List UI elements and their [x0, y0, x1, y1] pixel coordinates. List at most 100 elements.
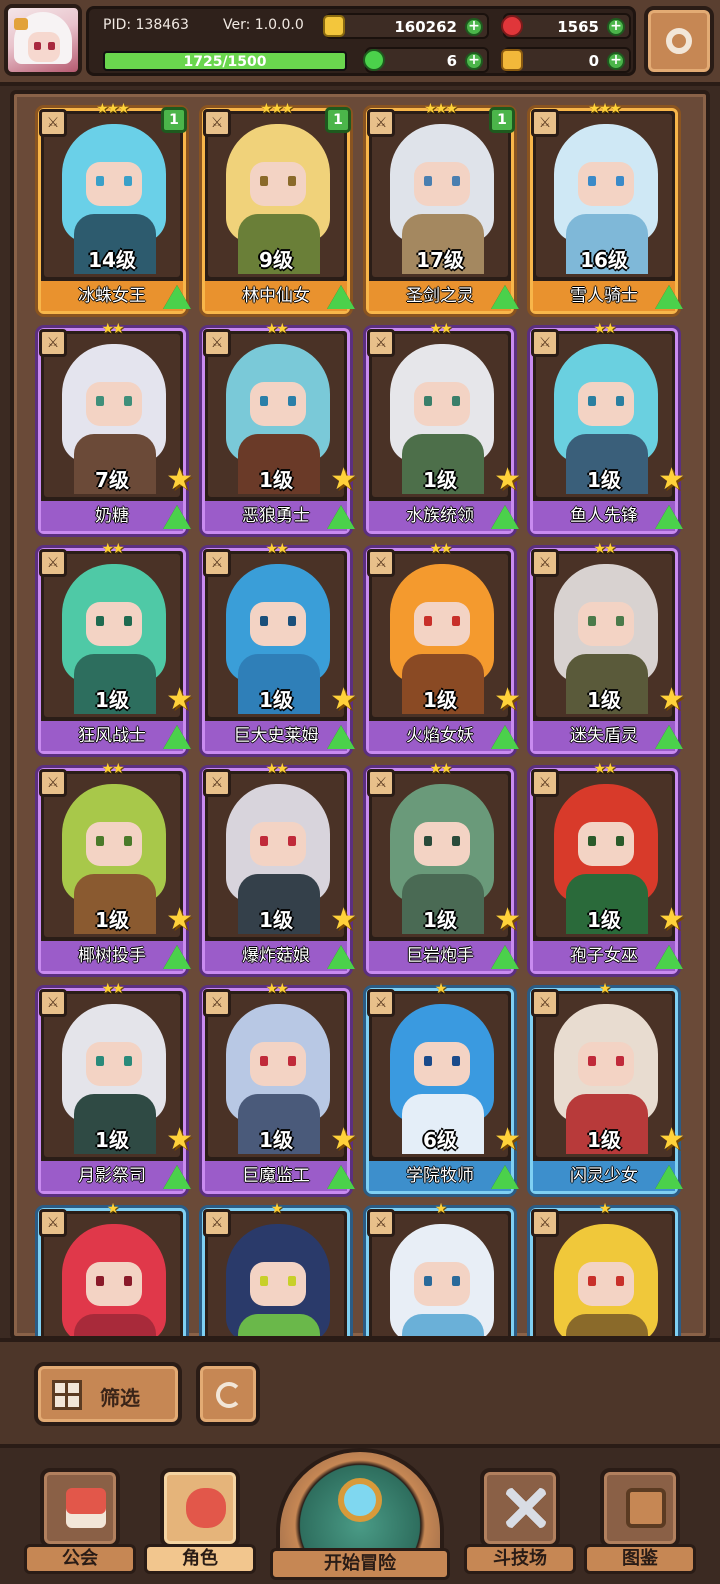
hero-eye [424, 1276, 432, 1286]
hero-level: 16级 [580, 248, 628, 272]
hero-card[interactable]: 1级 巨大史莱姆 ⚔ ★★ ★ [202, 541, 357, 754]
hero-portrait: 1级 [372, 334, 508, 497]
hero-card[interactable]: 1级 迷失盾灵 ⚔ ★★ ★ [530, 541, 685, 754]
hero-level: 1级 [95, 1128, 129, 1152]
hero-eye [124, 176, 132, 186]
grid-filter-icon [52, 1380, 82, 1410]
hero-card[interactable]: 1级 水族统领 ⚔ ★★ ★ [366, 321, 521, 534]
hero-card[interactable]: ⚔ ★ [38, 1201, 186, 1336]
hero-card[interactable]: ⚔ ★ [530, 1201, 678, 1336]
hero-card[interactable]: 1级 恶狼勇士 ⚔ ★★ ★ [202, 321, 357, 534]
rarity-stars: ★★ [593, 761, 616, 777]
hero-eye [616, 176, 624, 186]
rarity-stars: ★★ [265, 761, 288, 777]
hero-card[interactable]: 1级 闪灵少女 ⚔ ★ ★ [530, 981, 685, 1194]
hero-card[interactable]: ⚔ ★ [202, 1201, 350, 1336]
duplicate-count-badge: 1 [489, 107, 515, 133]
hero-name: 椰树投手 [41, 941, 183, 971]
hero-card[interactable]: 17级 圣剑之灵 ⚔ ★★★ 1 [366, 101, 519, 314]
hero-portrait: 1级 [536, 994, 672, 1157]
rarity-stars: ★ [270, 1201, 284, 1217]
gold-chip[interactable]: 160262 + [323, 13, 489, 39]
rarity-stars: ★ [434, 1201, 448, 1217]
hero-name: 闪灵少女 [533, 1161, 675, 1191]
hero-body [74, 1314, 156, 1336]
hero-card[interactable]: 1级 狂风战士 ⚔ ★★ ★ [38, 541, 193, 754]
level-up-arrow-icon [163, 725, 191, 749]
reset-filter-button[interactable] [196, 1362, 260, 1426]
nav-codex-label: 图鉴 [584, 1544, 696, 1574]
hero-card[interactable]: ⚔ ★ [366, 1201, 514, 1336]
hero-name: 巨魔监工 [205, 1161, 347, 1191]
rarity-stars: ★ [598, 981, 612, 997]
hero-card[interactable]: 1级 孢子女巫 ⚔ ★★ ★ [530, 761, 685, 974]
add-clover-button[interactable]: + [465, 52, 483, 70]
level-up-arrow-icon [655, 945, 683, 969]
nav-guild[interactable]: 公会 [24, 1468, 136, 1578]
nav-codex-tile [600, 1468, 680, 1548]
add-gold-button[interactable]: + [465, 18, 483, 36]
level-up-arrow-icon [327, 945, 355, 969]
level-up-arrow-icon [655, 505, 683, 529]
hero-level: 1级 [423, 468, 457, 492]
gem-chip[interactable]: 1565 + [501, 13, 631, 39]
hero-eye [260, 1276, 268, 1286]
nav-role[interactable]: 角色 [144, 1468, 256, 1578]
hero-card[interactable]: 1级 火焰女妖 ⚔ ★★ ★ [366, 541, 521, 754]
hero-eye [96, 616, 104, 626]
ticket-icon [501, 49, 523, 71]
nav-start-adventure[interactable]: 开始冒险 [270, 1448, 450, 1584]
hero-card[interactable]: 1级 巨岩炮手 ⚔ ★★ ★ [366, 761, 521, 974]
player-avatar[interactable] [4, 4, 82, 76]
hero-card[interactable]: 1级 椰树投手 ⚔ ★★ ★ [38, 761, 193, 974]
hero-eye [424, 176, 432, 186]
hero-card[interactable]: 1级 鱼人先锋 ⚔ ★★ ★ [530, 321, 685, 534]
star-upgrade-icon: ★ [658, 682, 685, 717]
hero-eye [260, 1056, 268, 1066]
hero-eye [452, 1276, 460, 1286]
hero-level: 9级 [259, 248, 293, 272]
hero-eye [616, 1276, 624, 1286]
hero-card[interactable]: 16级 雪人骑士 ⚔ ★★★ [530, 101, 683, 314]
hero-eye [452, 396, 460, 406]
star-upgrade-icon: ★ [166, 682, 193, 717]
add-gem-button[interactable]: + [607, 18, 625, 36]
hero-card[interactable]: 1级 月影祭司 ⚔ ★★ ★ [38, 981, 193, 1194]
hero-face [86, 382, 142, 426]
hero-card[interactable]: 1级 爆炸菇娘 ⚔ ★★ ★ [202, 761, 357, 974]
hero-name: 雪人骑士 [533, 281, 675, 311]
hero-card[interactable]: 9级 林中仙女 ⚔ ★★★ 1 [202, 101, 355, 314]
hero-card[interactable]: 7级 奶糖 ⚔ ★★ ★ [38, 321, 193, 534]
character-face-icon [186, 1488, 226, 1528]
hero-face [578, 602, 634, 646]
hero-eye [260, 616, 268, 626]
hero-level: 1级 [259, 1128, 293, 1152]
hero-eye [616, 396, 624, 406]
hero-eye [588, 396, 596, 406]
hero-card[interactable]: 6级 学院牧师 ⚔ ★ ★ [366, 981, 521, 1194]
hero-eye [288, 396, 296, 406]
level-up-arrow-icon [491, 725, 519, 749]
hero-face [578, 1262, 634, 1306]
hero-eye [424, 616, 432, 626]
hero-face [250, 1042, 306, 1086]
hero-face [578, 822, 634, 866]
hero-eye [588, 1276, 596, 1286]
hero-eye [588, 1056, 596, 1066]
nav-arena[interactable]: 斗技场 [464, 1468, 576, 1578]
nav-codex[interactable]: 图鉴 [584, 1468, 696, 1578]
rarity-stars: ★★ [593, 541, 616, 557]
add-ticket-button[interactable]: + [607, 52, 625, 70]
hero-face [414, 382, 470, 426]
hero-card[interactable]: 14级 冰蛛女王 ⚔ ★★★ 1 [38, 101, 191, 314]
settings-button[interactable] [644, 6, 714, 76]
hero-card-grid[interactable]: 14级 冰蛛女王 ⚔ ★★★ 1 9级 林中仙女 ⚔ ★★★ 1 17级 圣剑之灵 ⚔ ★★★ 1 16级雪人… [10, 90, 710, 1340]
ticket-chip[interactable]: 0 + [501, 47, 631, 73]
hero-card[interactable]: 1级 巨魔监工 ⚔ ★★ ★ [202, 981, 357, 1194]
rarity-stars: ★★ [593, 321, 616, 337]
clover-chip[interactable]: 6 + [363, 47, 489, 73]
hero-level: 1级 [95, 688, 129, 712]
avatar-eye [48, 42, 55, 50]
filter-button[interactable]: 筛选 [34, 1362, 182, 1426]
hero-name: 圣剑之灵 [369, 281, 511, 311]
